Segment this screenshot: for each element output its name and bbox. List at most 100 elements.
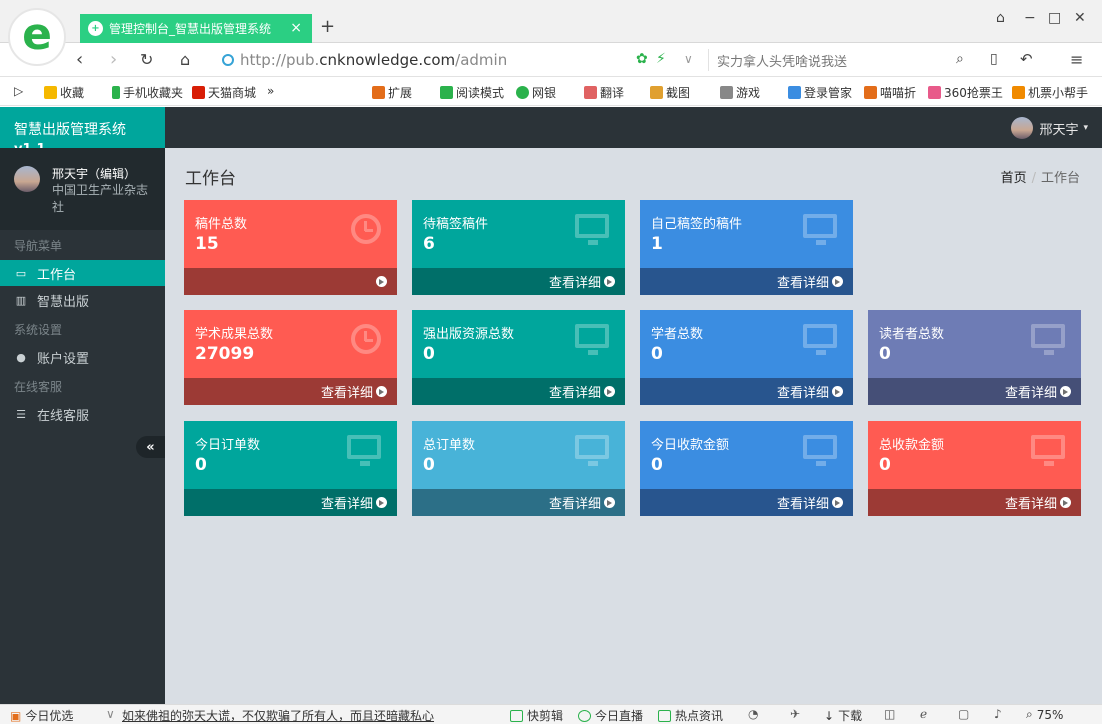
search-input[interactable]: 实力拿人头凭啥说我送	[708, 49, 974, 71]
stat-card[interactable]: 读者者总数 0 查看详细	[868, 310, 1081, 405]
layout-icon[interactable]: ◫	[884, 707, 895, 721]
view-details-link[interactable]	[184, 268, 397, 295]
view-details-link[interactable]: 查看详细	[412, 489, 625, 516]
skin-icon[interactable]: ⌂	[996, 10, 1005, 26]
user-panel: 邢天宇（编辑） 中国卫生产业杂志社	[0, 148, 165, 230]
view-details-link[interactable]: 查看详细	[868, 489, 1081, 516]
bookmark-reader[interactable]: 阅读模式	[440, 84, 504, 101]
stat-card[interactable]: 总收款金额 0 查看详细	[868, 421, 1081, 516]
monitor-icon-shape	[803, 324, 837, 355]
user-menu[interactable]: 邢天宇 ▾	[1011, 117, 1088, 139]
bookmark-bank[interactable]: 网银	[516, 84, 556, 101]
today-pick[interactable]: ▣ 今日优选	[10, 707, 73, 724]
stat-card[interactable]: 稿件总数 15	[184, 200, 397, 295]
stat-card-body: 总订单数 0	[412, 421, 625, 489]
arrow-circle-right-icon	[604, 386, 615, 397]
refresh-icon[interactable]: ↻	[140, 50, 153, 69]
view-details-link[interactable]: 查看详细	[640, 268, 853, 295]
bookmarks-bar: ▷ 收藏 手机收藏夹 天猫商城 » 扩展 阅读模式 网银 翻译 截图 游戏 登录…	[0, 78, 1102, 106]
brand[interactable]: 智慧出版管理系统 v1.1	[0, 107, 165, 157]
browser-logo-icon[interactable]: e	[8, 8, 66, 66]
quick-clip[interactable]: 快剪辑	[510, 707, 563, 724]
stat-card[interactable]: 今日订单数 0 查看详细	[184, 421, 397, 516]
breadcrumb-separator: /	[1031, 171, 1036, 186]
bookmark-login[interactable]: 登录管家	[788, 84, 852, 101]
arrow-circle-right-icon	[1060, 386, 1071, 397]
volume-icon[interactable]: ♪	[994, 707, 1002, 721]
news-headline-link[interactable]: 如来佛祖的弥天大谎，不仅欺骗了所有人，而且还暗藏私心	[122, 707, 434, 724]
page-title: 工作台	[185, 169, 236, 189]
phone-icon[interactable]: ▯	[990, 51, 998, 67]
tmall-icon	[192, 86, 205, 99]
download[interactable]: ↓ 下载	[824, 707, 862, 724]
view-details-link[interactable]: 查看详细	[640, 489, 853, 516]
stat-card[interactable]: 学术成果总数 27099 查看详细	[184, 310, 397, 405]
stat-card[interactable]: 待稿签稿件 6 查看详细	[412, 200, 625, 295]
bookmark-translate[interactable]: 翻译	[584, 84, 624, 101]
tab-close-icon[interactable]: ×	[290, 20, 302, 36]
undo-icon[interactable]: ↶	[1020, 50, 1033, 68]
browser-tab[interactable]: + 管理控制台_智慧出版管理系统 ×	[80, 14, 312, 43]
close-window-icon[interactable]: ✕	[1074, 10, 1086, 26]
user-circle-icon: ●	[16, 350, 26, 364]
speed-mode-icon[interactable]: ⚡	[656, 51, 666, 67]
user-menu-avatar	[1011, 117, 1034, 139]
sidebar-item-account[interactable]: ● 账户设置	[0, 344, 165, 370]
browser-e-icon[interactable]: ℯ	[920, 707, 927, 721]
view-details-link[interactable]: 查看详细	[640, 378, 853, 405]
stat-card[interactable]: 学者总数 0 查看详细	[640, 310, 853, 405]
url-field[interactable]: http://pub. cnknowledge.com/admin	[222, 49, 702, 71]
sidebar-item-service[interactable]: ☰ 在线客服	[0, 401, 165, 427]
back-icon[interactable]: ‹	[76, 49, 83, 70]
view-details-link[interactable]: 查看详细	[184, 489, 397, 516]
bookmark-extensions[interactable]: 扩展	[372, 84, 412, 101]
site-info-icon[interactable]	[222, 54, 234, 66]
bookmark-favorites[interactable]: 收藏	[44, 84, 84, 101]
zoom-level[interactable]: ⌕ 75%	[1026, 707, 1063, 722]
stat-card-value: 0	[879, 455, 891, 475]
view-details-link[interactable]: 查看详细	[412, 268, 625, 295]
recycle-icon[interactable]: ✿	[636, 51, 648, 67]
search-icon[interactable]: ⌕	[956, 51, 964, 67]
bookmark-tmall[interactable]: 天猫商城	[192, 84, 256, 101]
stat-card-body: 读者者总数 0	[868, 310, 1081, 378]
bookmark-screenshot[interactable]: 截图	[650, 84, 690, 101]
view-details-link[interactable]: 查看详细	[412, 378, 625, 405]
breadcrumb-home[interactable]: 首页	[1001, 171, 1027, 186]
translate-icon	[584, 86, 597, 99]
bookmark-flights[interactable]: 机票小帮手	[1012, 84, 1088, 101]
stat-card[interactable]: 强出版资源总数 0 查看详细	[412, 310, 625, 405]
sidebar-collapse-button[interactable]: «	[136, 436, 165, 458]
maximize-icon[interactable]: □	[1048, 10, 1061, 26]
nav-section-settings: 系统设置	[14, 323, 63, 337]
bookmarks-more[interactable]: »	[267, 84, 274, 98]
new-tab-icon[interactable]: +	[320, 16, 335, 37]
bookmark-discount[interactable]: 喵喵折	[864, 84, 916, 101]
bookmark-games[interactable]: 游戏	[720, 84, 760, 101]
bookmark-tickets[interactable]: 360抢票王	[928, 84, 1003, 101]
home-icon[interactable]: ⌂	[180, 50, 190, 69]
today-live[interactable]: 今日直播	[578, 707, 643, 724]
monitor-icon	[1031, 435, 1065, 466]
stat-card[interactable]: 总订单数 0 查看详细	[412, 421, 625, 516]
hot-news[interactable]: 热点资讯	[658, 707, 723, 724]
pin-icon[interactable]: ✈	[790, 707, 800, 721]
sidebar-item-workbench[interactable]: ▭ 工作台	[0, 260, 165, 286]
view-details-label: 查看详细	[548, 276, 601, 291]
stat-card[interactable]: 今日收款金额 0 查看详细	[640, 421, 853, 516]
speed-icon[interactable]: ◔	[748, 707, 758, 721]
sidebar-item-publish[interactable]: ▥ 智慧出版	[0, 287, 165, 313]
sidebar-toggle-icon[interactable]: ▷	[14, 84, 23, 98]
bookmark-mobile[interactable]: 手机收藏夹	[112, 84, 183, 101]
minimize-icon[interactable]: −	[1024, 10, 1036, 26]
menu-icon[interactable]: ≡	[1070, 50, 1083, 69]
stat-card[interactable]: 自己稿签的稿件 1 查看详细	[640, 200, 853, 295]
monitor-icon	[803, 214, 837, 245]
view-details-link[interactable]: 查看详细	[184, 378, 397, 405]
window-icon[interactable]: ▢	[958, 707, 969, 721]
view-details-link[interactable]: 查看详细	[868, 378, 1081, 405]
forward-icon[interactable]: ›	[110, 49, 117, 70]
url-dropdown-icon[interactable]: ∨	[684, 52, 693, 66]
monitor-icon	[1031, 324, 1065, 355]
extensions-icon	[372, 86, 385, 99]
